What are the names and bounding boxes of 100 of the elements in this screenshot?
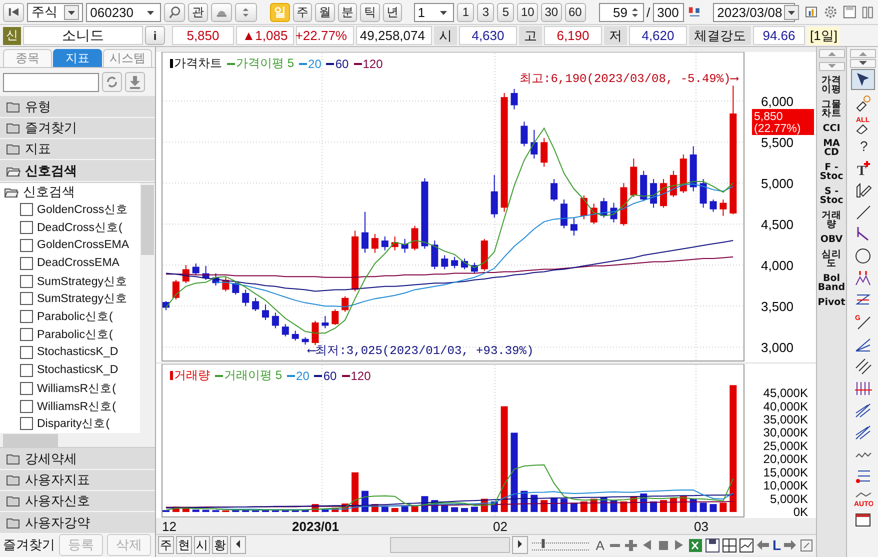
interval-button[interactable]: 10 (517, 2, 538, 22)
interval-dropdown[interactable]: 1 (414, 2, 454, 22)
period-tab[interactable]: 주 (292, 2, 312, 22)
tree-item[interactable]: Parabolic신호( (0, 308, 140, 326)
period-tab[interactable]: 틱 (360, 2, 380, 22)
indicator-button[interactable]: 심리 도 (822, 249, 842, 270)
tree-node[interactable]: 신호검색 (0, 182, 140, 201)
folder-item[interactable]: 즐겨찾기 (0, 118, 155, 140)
tree-item[interactable]: GoldenCross신호 (0, 200, 140, 219)
price-change: ▲1,085 (236, 26, 294, 45)
total-count-field[interactable]: 300 (653, 2, 684, 22)
field-value: 4,630 (459, 26, 517, 45)
field-label: 시 (434, 26, 457, 45)
folder-item[interactable]: 강세약세 (0, 448, 155, 470)
folder-item[interactable]: 사용자강약 (0, 512, 155, 534)
indicator-button[interactable]: F - Stoc (820, 162, 844, 182)
folder-item[interactable]: 지표 (0, 139, 155, 160)
legend-label: 거래이평 5 (224, 367, 282, 384)
view-button[interactable]: 시 (194, 536, 210, 554)
axis-label: 5,000K (770, 492, 808, 506)
legend-label: 거래량 (174, 367, 210, 384)
field-label: 고 (519, 26, 542, 45)
folder-item[interactable]: 사용자신호 (0, 491, 155, 512)
period-tab[interactable]: 년 (382, 2, 402, 22)
tree-item[interactable]: GoldenCrossEMA (0, 236, 140, 254)
field-value: 4,620 (629, 26, 687, 45)
axis-label: 35,000K (763, 412, 808, 426)
related-button[interactable]: 관 (188, 2, 208, 22)
tree-item[interactable]: StochasticsK_D (0, 344, 140, 362)
axis-label: 4,000 (761, 258, 794, 274)
market-dropdown[interactable]: 주식 (27, 2, 84, 22)
tree-item[interactable]: Parabolic신호( (0, 326, 140, 344)
axis-label: 3,000 (761, 340, 794, 356)
icon-label: ? (860, 138, 868, 154)
count-spinner[interactable]: 59 (599, 2, 644, 22)
tree-item[interactable]: WilliamsR신호( (0, 379, 140, 398)
period-tab[interactable]: 월 (315, 2, 335, 22)
separator: / (646, 4, 650, 20)
axis-label: 45,000K (763, 386, 808, 400)
tree-item[interactable]: DeadCrossEMA (0, 254, 140, 272)
period-label: [1일] (807, 26, 840, 44)
field-label: 저 (604, 26, 627, 45)
legend-label: 120 (350, 368, 371, 382)
market-badge: 신 (3, 26, 21, 44)
interval-button[interactable]: 60 (564, 2, 586, 22)
icon-label: T (856, 164, 866, 178)
indicator-button[interactable]: MA CD (823, 138, 840, 158)
legend-label: 60 (323, 368, 337, 382)
favorites-label: 즐겨찾기 (3, 536, 55, 554)
legend-label: 가격차트 (174, 55, 222, 72)
axis-label: 15,000K (763, 465, 808, 480)
stock-name-field[interactable]: 소니드 (23, 26, 143, 45)
interval-button[interactable]: 1 (457, 2, 474, 22)
legend-label: 60 (335, 56, 349, 70)
axis-label: 3,500 (761, 299, 794, 314)
view-button[interactable]: 현 (176, 536, 192, 554)
tree-item[interactable]: SumStrategy신호 (0, 272, 140, 290)
panel-tab[interactable]: 지표 (53, 49, 102, 67)
axis-label: 0K (793, 504, 808, 518)
legend-label: 120 (362, 56, 383, 70)
indicator-button[interactable]: 거래 량 (822, 210, 842, 230)
interval-button[interactable]: 5 (497, 2, 514, 22)
tree-item[interactable]: Disparity신호( (0, 414, 140, 433)
line-button[interactable]: L (772, 537, 781, 553)
axis-label: 5,500 (761, 135, 794, 150)
indicator-button[interactable]: S - Stoc (820, 186, 844, 206)
indicator-button[interactable]: Pivot (818, 297, 846, 308)
stock-code-field[interactable]: 060230 (86, 2, 161, 22)
folder-item[interactable]: 유형 (0, 96, 155, 118)
view-button[interactable]: 황 (212, 536, 228, 554)
date-label: 02 (493, 519, 508, 534)
axis-label: 5,000 (761, 176, 794, 192)
tree-item[interactable]: WilliamsR신호( (0, 397, 140, 415)
low-price-note: ⟵최저:3,025(2023/01/03, +93.39%) (308, 344, 534, 358)
interval-button[interactable]: 30 (541, 2, 562, 22)
legend-label: 20 (308, 56, 322, 70)
axis-label: 20,000K (763, 452, 808, 466)
indicator-button[interactable]: Bol Band (818, 273, 846, 294)
date-label: 03 (694, 519, 708, 534)
axis-label: 25,000K (763, 438, 808, 453)
tree-item[interactable]: DeadCross신호( (0, 218, 140, 236)
interval-button[interactable]: 3 (477, 2, 494, 22)
field-value: 94.66 (753, 26, 805, 45)
trade-volume: 49,258,074 (356, 26, 432, 45)
date-label: 2023/01 (292, 519, 339, 534)
indicator-button[interactable]: OBV (820, 234, 843, 246)
tree-item[interactable]: SumStrategy신호 (0, 290, 140, 308)
folder-item[interactable]: 사용자지표 (0, 470, 155, 492)
info-button[interactable]: i (145, 26, 165, 45)
indicator-button[interactable]: CCI (822, 123, 840, 134)
view-button[interactable]: 주 (158, 536, 174, 554)
tree-item[interactable]: StochasticsK_D (0, 361, 140, 380)
period-tab[interactable]: 분 (338, 2, 358, 22)
folder-item[interactable]: 신호검색 (0, 160, 155, 182)
field-label: 체결강도 (689, 26, 751, 45)
field-value: 6,190 (544, 26, 602, 45)
font-button[interactable]: A (594, 538, 606, 552)
date-label: 12 (162, 519, 176, 534)
indicator-button[interactable]: 가격 이평 (822, 75, 842, 96)
indicator-button[interactable]: 그물 차트 (822, 99, 842, 120)
